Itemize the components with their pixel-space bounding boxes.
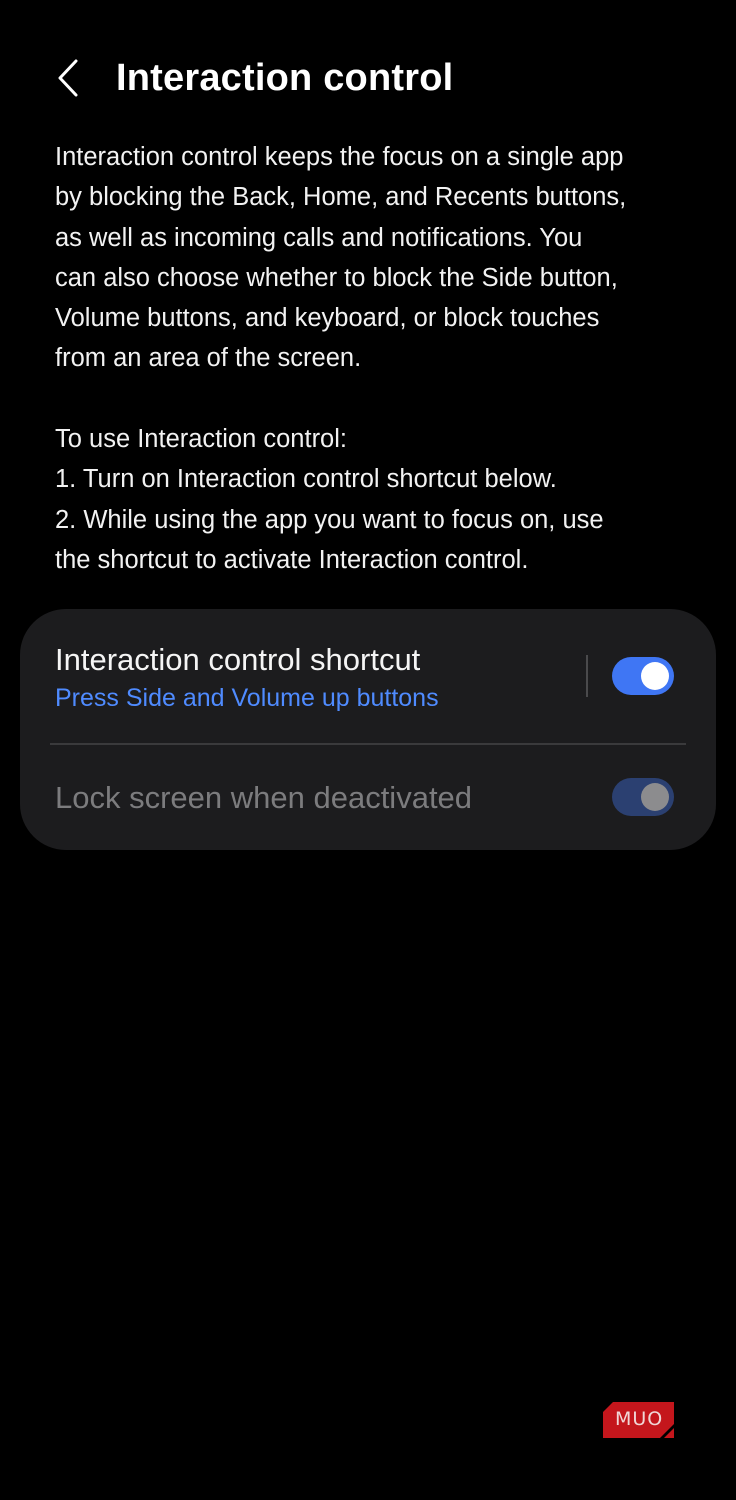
shortcut-toggle[interactable]	[612, 657, 674, 695]
toggle-knob	[641, 783, 669, 811]
instruction-step: 2. While using the app you want to focus…	[55, 505, 604, 534]
description-line: Interaction control keeps the focus on a…	[55, 143, 624, 171]
description-line: can also choose whether to block the Sid…	[55, 263, 618, 292]
description-text: Interaction control keeps the focus on a…	[55, 137, 695, 580]
lock-screen-toggle	[612, 778, 674, 816]
page-title: Interaction control	[116, 57, 454, 99]
shortcut-setting-row[interactable]: Interaction control shortcut Press Side …	[20, 609, 716, 743]
lock-screen-setting-row: Lock screen when deactivated	[20, 744, 716, 850]
muo-watermark-logo: MUO	[603, 1402, 674, 1438]
instructions-heading: To use Interaction control:	[55, 425, 347, 454]
description-line: Volume buttons, and keyboard, or block t…	[55, 304, 600, 333]
toggle-divider	[586, 655, 588, 697]
description-line: from an area of the screen.	[55, 344, 362, 373]
instruction-step: 1. Turn on Interaction control shortcut …	[55, 465, 557, 494]
settings-card: Interaction control shortcut Press Side …	[20, 609, 716, 850]
lock-screen-setting-title: Lock screen when deactivated	[55, 780, 473, 815]
instruction-step: the shortcut to activate Interaction con…	[55, 545, 529, 574]
description-line: as well as incoming calls and notificati…	[55, 223, 583, 252]
description-line: by blocking the Back, Home, and Recents …	[55, 183, 627, 212]
shortcut-setting-subtitle: Press Side and Volume up buttons	[55, 684, 439, 712]
back-button[interactable]	[44, 50, 92, 106]
header-bar: Interaction control	[0, 40, 736, 116]
watermark-text: MUO	[615, 1408, 664, 1430]
toggle-knob	[641, 662, 669, 690]
shortcut-setting-title: Interaction control shortcut	[55, 642, 421, 677]
chevron-left-icon	[58, 59, 78, 97]
